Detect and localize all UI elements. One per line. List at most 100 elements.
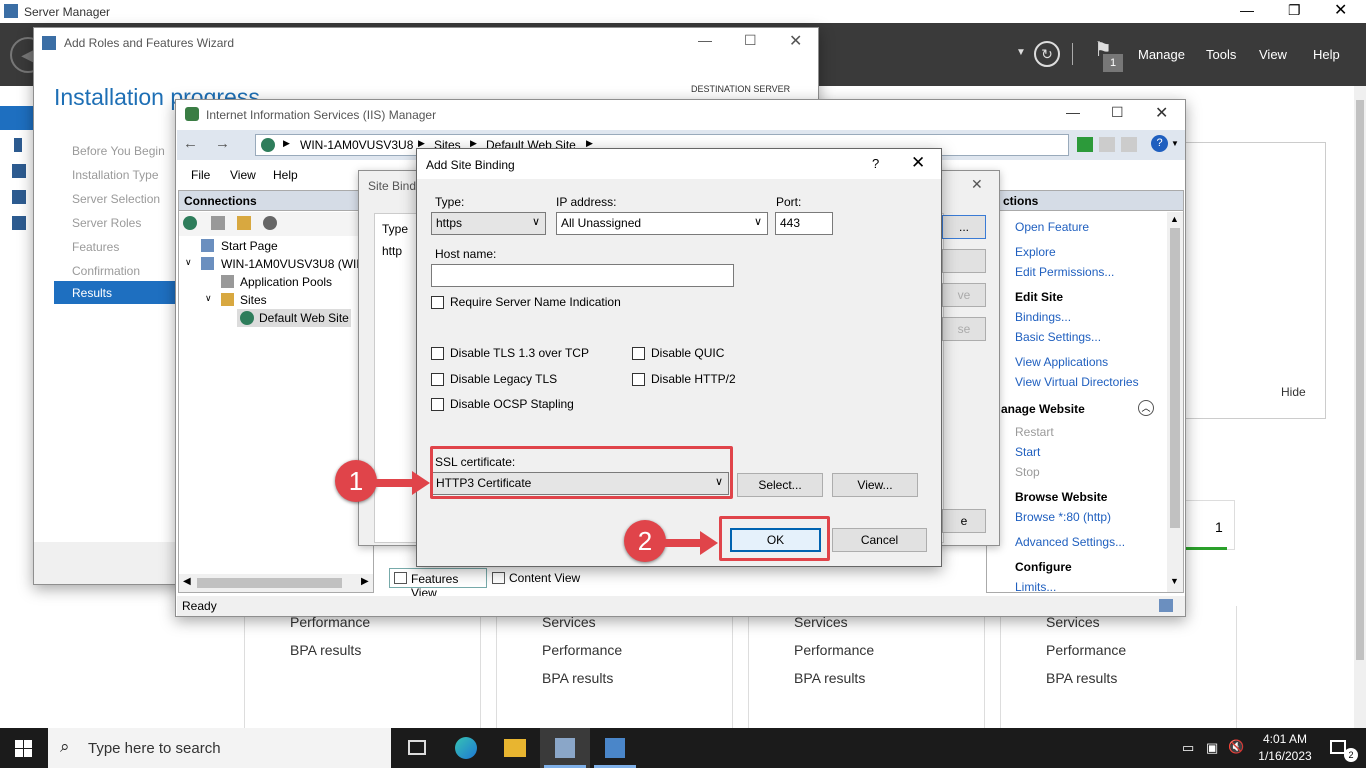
file-explorer-icon[interactable] [504, 739, 526, 757]
menu-view[interactable]: View [1259, 47, 1287, 62]
task-view-icon[interactable] [408, 740, 426, 755]
binding-row-type[interactable]: http [382, 244, 402, 258]
action-open-feature[interactable]: Open Feature [1015, 220, 1089, 234]
column-type[interactable]: Type [382, 222, 408, 236]
local-server-icon[interactable] [14, 138, 22, 152]
network-icon[interactable]: ▭ [1182, 740, 1194, 756]
expand-icon[interactable]: ∨ [205, 293, 212, 304]
menu-help[interactable]: Help [1313, 47, 1340, 62]
home-icon[interactable] [1121, 137, 1137, 152]
taskbar-iis-manager[interactable] [590, 728, 640, 768]
action-limits[interactable]: Limits... [1015, 580, 1056, 592]
dropdown-icon[interactable]: ▼ [1016, 47, 1026, 58]
disable-legacy-tls-checkbox[interactable]: Disable Legacy TLS [431, 372, 557, 387]
tile-item[interactable]: BPA results [542, 670, 613, 686]
action-edit-permissions[interactable]: Edit Permissions... [1015, 265, 1114, 279]
scroll-up-icon[interactable]: ▲ [1170, 214, 1179, 224]
action-view-vdirs[interactable]: View Virtual Directories [1015, 375, 1139, 389]
type-select[interactable]: https ∨ [431, 212, 546, 235]
wizard-maximize-button[interactable]: ☐ [744, 32, 757, 49]
volume-muted-icon[interactable]: 🔇 [1228, 739, 1244, 755]
view-certificate-button[interactable]: View... [832, 473, 918, 497]
file-services-icon[interactable] [12, 190, 26, 204]
back-button[interactable]: ← [183, 135, 198, 152]
scroll-left-icon[interactable]: ◀ [183, 576, 191, 587]
collapse-icon[interactable]: ︿ [1138, 400, 1154, 416]
site-bindings-close-button[interactable]: ✕ [971, 176, 983, 193]
menu-manage[interactable]: Manage [1138, 47, 1185, 62]
action-explore[interactable]: Explore [1015, 245, 1056, 259]
help-icon[interactable]: ? [1151, 135, 1168, 152]
bindings-remove-button[interactable]: ve [942, 283, 986, 307]
stop-icon[interactable] [1099, 137, 1115, 152]
scroll-thumb[interactable] [197, 578, 342, 588]
iis-close-button[interactable]: ✕ [1155, 103, 1168, 123]
actions-scrollbar[interactable]: ▲ ▼ [1167, 212, 1183, 592]
scrollbar[interactable] [1354, 86, 1366, 728]
action-view-applications[interactable]: View Applications [1015, 355, 1108, 369]
menu-tools[interactable]: Tools [1206, 47, 1236, 62]
wizard-minimize-button[interactable]: — [698, 32, 712, 48]
wizard-close-button[interactable]: ✕ [789, 31, 802, 51]
tile-item[interactable]: Performance [1046, 642, 1126, 658]
scroll-right-icon[interactable]: ▶ [361, 576, 369, 587]
minimize-button[interactable]: — [1240, 2, 1254, 18]
disable-tls13-checkbox[interactable]: Disable TLS 1.3 over TCP [431, 346, 589, 361]
tab-features-view[interactable]: Features View [389, 568, 487, 600]
connect-icon[interactable] [183, 216, 197, 230]
menu-file[interactable]: File [191, 168, 210, 182]
wizard-step-results[interactable]: Results [54, 281, 177, 304]
dialog-close-button[interactable]: ✕ [911, 153, 925, 173]
action-bindings[interactable]: Bindings... [1015, 310, 1071, 324]
action-browse-80[interactable]: Browse *:80 (http) [1015, 510, 1111, 524]
tile-item[interactable]: Performance [542, 642, 622, 658]
scroll-thumb[interactable] [1170, 228, 1180, 528]
restore-button[interactable]: ❐ [1288, 2, 1301, 19]
tree-item-default-site[interactable]: Default Web Site [237, 309, 351, 327]
action-advanced-settings[interactable]: Advanced Settings... [1015, 535, 1125, 549]
iis-minimize-button[interactable]: — [1066, 104, 1080, 120]
tree-item-sites[interactable]: Sites [240, 293, 267, 307]
delete-connection-icon[interactable] [263, 216, 277, 230]
bindings-edit-button[interactable] [942, 249, 986, 273]
iis-maximize-button[interactable]: ☐ [1111, 104, 1124, 121]
tile-item[interactable]: Performance [794, 642, 874, 658]
clock-time[interactable]: 4:01 AM [1258, 732, 1312, 746]
port-input[interactable]: 443 [775, 212, 833, 235]
expand-icon[interactable]: ∨ [185, 257, 192, 268]
menu-view[interactable]: View [230, 168, 256, 182]
bindings-close-button[interactable]: e [942, 509, 986, 533]
action-start[interactable]: Start [1015, 445, 1040, 459]
taskbar-server-manager[interactable] [540, 728, 590, 768]
save-icon[interactable] [211, 216, 225, 230]
refresh-icon[interactable]: ↻ [1034, 41, 1060, 67]
tab-content-view[interactable]: Content View [509, 571, 580, 585]
iis-role-icon[interactable] [12, 216, 26, 230]
dialog-help-button[interactable]: ? [872, 156, 879, 171]
all-servers-icon[interactable] [12, 164, 26, 178]
scrollbar-thumb[interactable] [1356, 100, 1364, 660]
tile-item[interactable]: BPA results [290, 642, 361, 658]
action-basic-settings[interactable]: Basic Settings... [1015, 330, 1101, 344]
tree-item-server[interactable]: WIN-1AM0VUSV3U8 (WIN [221, 257, 371, 271]
sni-checkbox[interactable]: Require Server Name Indication [431, 295, 621, 310]
edge-icon[interactable] [455, 737, 477, 759]
tile-item[interactable]: BPA results [1046, 670, 1117, 686]
display-icon[interactable]: ▣ [1206, 740, 1218, 756]
close-button[interactable]: ✕ [1334, 0, 1347, 20]
windows-start-icon[interactable] [15, 740, 32, 757]
disable-ocsp-checkbox[interactable]: Disable OCSP Stapling [431, 397, 574, 412]
dashboard-icon[interactable] [0, 106, 34, 130]
forward-button[interactable]: → [215, 135, 230, 152]
tree-item-app-pools[interactable]: Application Pools [240, 275, 332, 289]
refresh-icon[interactable] [1077, 137, 1093, 152]
host-name-input[interactable] [431, 264, 734, 287]
notification-center[interactable]: 2 [1318, 728, 1366, 768]
clock-date[interactable]: 1/16/2023 [1252, 749, 1318, 763]
select-certificate-button[interactable]: Select... [737, 473, 823, 497]
menu-help[interactable]: Help [273, 168, 298, 182]
hide-link[interactable]: Hide [1281, 385, 1306, 399]
tree-item-start-page[interactable]: Start Page [221, 239, 278, 253]
taskbar-search[interactable]: ⌕ Type here to search [48, 728, 391, 768]
bindings-browse-button[interactable]: se [942, 317, 986, 341]
